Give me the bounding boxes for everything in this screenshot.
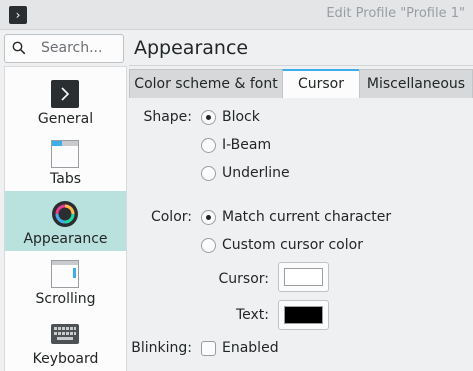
text-color-button[interactable] <box>278 300 329 330</box>
search-placeholder: Search... <box>41 40 103 56</box>
sidebar-item-scrolling[interactable]: Scrolling <box>5 251 126 311</box>
keyboard-icon <box>51 324 79 344</box>
cursor-panel: Shape: Block I-Beam Underline Color: Mat… <box>129 98 473 371</box>
blinking-enabled-label: Enabled <box>222 340 279 356</box>
window-title: Edit Profile "Profile 1" <box>326 6 465 21</box>
sidebar-item-general[interactable]: General <box>5 71 126 131</box>
color-custom-label: Custom cursor color <box>222 237 363 253</box>
tabs-window-icon <box>51 140 79 168</box>
cursor-color-label: Cursor: <box>218 271 270 287</box>
sidebar-item-keyboard[interactable]: Keyboard <box>5 311 126 371</box>
sidebar-item-label: Scrolling <box>35 291 96 307</box>
text-color-swatch <box>284 306 323 324</box>
sidebar-item-label: Keyboard <box>32 351 99 367</box>
color-match-radio[interactable] <box>201 210 216 225</box>
shape-ibeam-label: I-Beam <box>222 137 272 153</box>
page-title: Appearance <box>134 37 249 59</box>
terminal-icon[interactable]: › <box>9 6 27 24</box>
terminal-icon <box>51 80 79 108</box>
sidebar-item-label: Appearance <box>23 231 108 247</box>
cursor-color-swatch <box>284 268 323 286</box>
sidebar-item-label: General <box>37 111 94 127</box>
tab-cursor[interactable]: Cursor <box>282 69 360 99</box>
tab-miscellaneous[interactable]: Miscellaneous <box>359 69 473 99</box>
cursor-color-button[interactable] <box>278 262 329 292</box>
blinking-checkbox[interactable] <box>201 341 216 356</box>
sidebar: General Tabs Appearance Scrolling Keyboa… <box>4 66 127 371</box>
shape-block-label: Block <box>222 109 260 125</box>
scrolling-window-icon <box>51 260 79 288</box>
shape-underline-label: Underline <box>222 165 290 181</box>
text-color-label: Text: <box>235 307 269 323</box>
search-input[interactable]: Search... <box>4 34 124 63</box>
color-custom-radio[interactable] <box>201 238 216 253</box>
color-match-label: Match current character <box>222 209 392 225</box>
shape-underline-radio[interactable] <box>201 166 216 181</box>
sidebar-item-label: Tabs <box>50 171 81 187</box>
shape-ibeam-radio[interactable] <box>201 138 216 153</box>
sidebar-item-tabs[interactable]: Tabs <box>5 131 126 191</box>
shape-label: Shape: <box>143 109 192 125</box>
shape-block-radio[interactable] <box>201 110 216 125</box>
tab-color-scheme-font[interactable]: Color scheme & font <box>129 69 283 99</box>
title-bar: › Edit Profile "Profile 1" <box>0 0 473 30</box>
header-divider <box>129 65 473 66</box>
search-icon <box>12 41 26 55</box>
blinking-label: Blinking: <box>131 340 192 356</box>
color-wheel-icon <box>52 201 78 227</box>
tab-bar: Color scheme & font Cursor Miscellaneous <box>129 69 473 99</box>
color-label: Color: <box>150 209 192 225</box>
sidebar-item-appearance[interactable]: Appearance <box>5 191 126 251</box>
